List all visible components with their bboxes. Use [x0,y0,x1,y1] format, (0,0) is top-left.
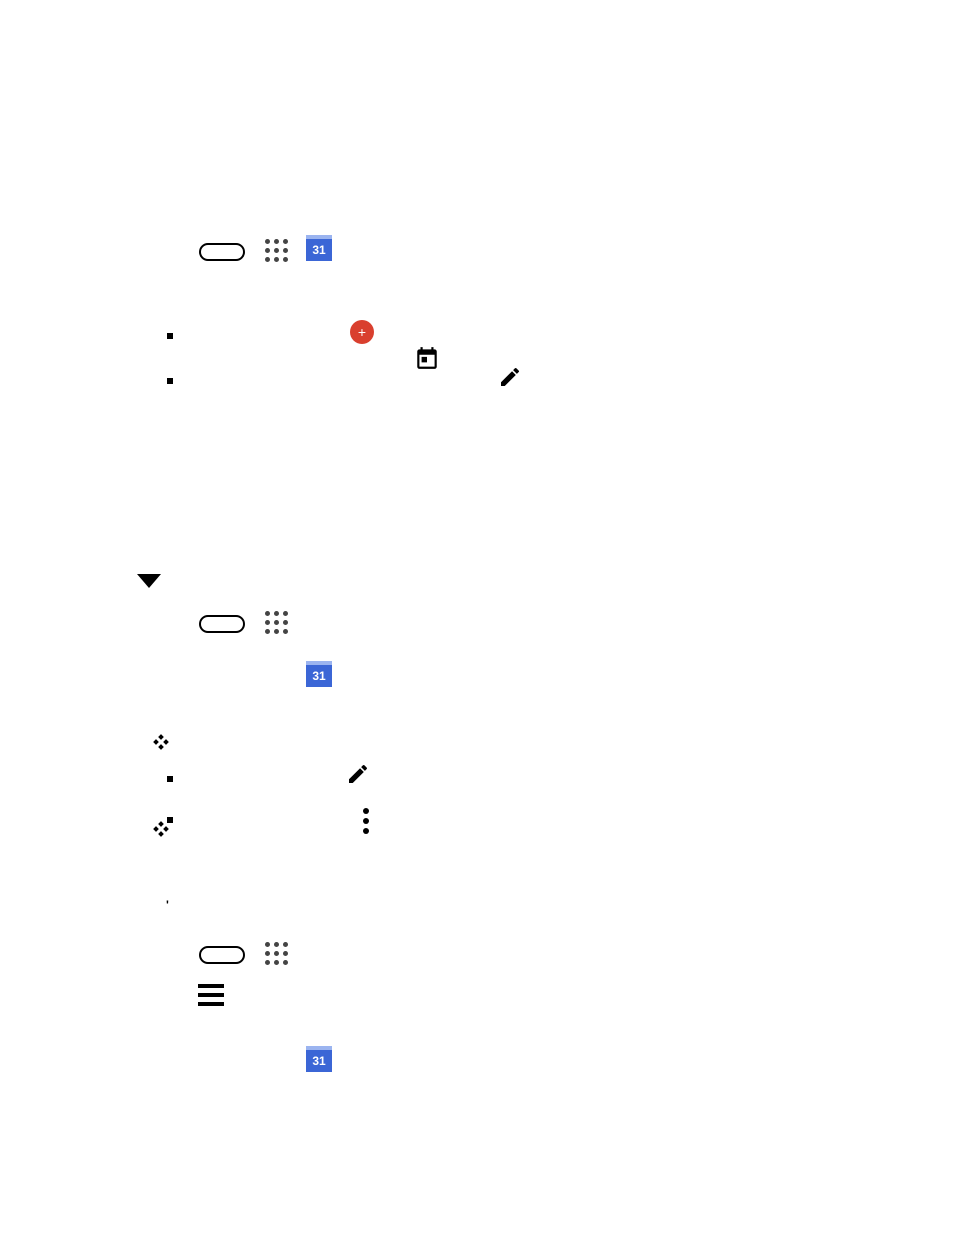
calendar-31-icon[interactable] [306,1046,332,1072]
list-bullet [167,378,173,384]
list-bullet [167,333,173,339]
apps-grid-icon[interactable] [265,611,288,634]
edit-pencil-icon[interactable] [346,762,370,786]
plus-icon: + [358,325,366,339]
pill-shape-icon [199,946,245,964]
diamond-cluster-icon [154,735,168,749]
apps-grid-icon[interactable] [265,942,288,965]
caret-down-icon[interactable] [137,574,161,588]
pill-shape-icon [199,243,245,261]
create-button[interactable]: + [350,320,374,344]
list-bullet [167,817,173,823]
pill-shape-icon [199,615,245,633]
small-mark: ' [166,898,169,912]
calendar-event-icon[interactable] [414,344,954,372]
menu-hamburger-icon[interactable] [198,984,224,1006]
calendar-31-icon[interactable] [306,661,332,687]
edit-pencil-icon[interactable] [498,365,522,389]
list-bullet [167,776,173,782]
calendar-31-icon[interactable] [306,235,332,261]
diamond-cluster-icon [154,822,168,836]
apps-grid-icon[interactable] [265,239,288,262]
more-vertical-icon[interactable] [363,808,369,834]
